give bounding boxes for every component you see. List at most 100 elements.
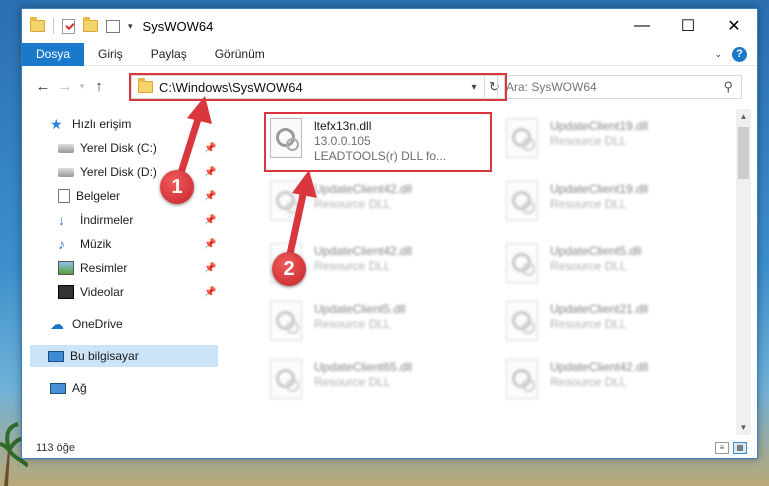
- tab-giris[interactable]: Giriş: [84, 43, 137, 66]
- new-folder-icon[interactable]: [83, 17, 98, 32]
- search-icon: ⚲: [723, 79, 733, 94]
- file-item[interactable]: UpdateClient5.dll Resource DLL: [500, 239, 730, 293]
- dll-settings-icon: [506, 118, 538, 158]
- sidebar-item-label: Videolar: [80, 285, 124, 299]
- toolbar-divider: [53, 18, 54, 34]
- window-title: SysWOW64: [142, 18, 214, 34]
- pin-icon[interactable]: 📌: [204, 263, 216, 274]
- vertical-scrollbar[interactable]: ▲ ▼: [736, 109, 751, 435]
- scroll-down-icon[interactable]: ▼: [736, 420, 751, 435]
- file-description: Resource DLL: [550, 197, 627, 211]
- customize-toolbar-icon[interactable]: [106, 19, 120, 33]
- sidebar-item-music[interactable]: ♪ Müzik 📌: [58, 233, 218, 255]
- sidebar-item-documents[interactable]: Belgeler 📌: [58, 185, 218, 207]
- file-item[interactable]: UpdateClient21.dll Resource DLL: [500, 297, 730, 351]
- dll-settings-icon: [506, 243, 538, 283]
- pin-icon[interactable]: 📌: [204, 239, 216, 250]
- dll-settings-icon: [270, 301, 302, 341]
- file-description: Resource DLL: [550, 375, 627, 389]
- file-name: UpdateClient19.dll: [550, 119, 649, 133]
- file-name: UpdateClient5.dll: [550, 244, 642, 258]
- item-count: 113 öğe: [36, 442, 75, 454]
- sidebar-item-label: Bu bilgisayar: [70, 349, 139, 363]
- forward-arrow-icon[interactable]: →: [54, 78, 76, 95]
- large-icons-view-icon[interactable]: ▦: [733, 442, 747, 454]
- file-description: Resource DLL: [314, 317, 391, 331]
- sidebar-item-local-disk-c[interactable]: Yerel Disk (C:) 📌: [58, 137, 218, 159]
- dll-settings-icon: [270, 181, 302, 221]
- file-item[interactable]: UpdateClient19.dll Resource DLL: [500, 177, 730, 231]
- pin-icon[interactable]: 📌: [204, 287, 216, 298]
- file-item[interactable]: UpdateClient42.dll Resource DLL: [500, 355, 730, 409]
- details-view-icon[interactable]: ≡: [715, 442, 729, 454]
- tab-gorunum[interactable]: Görünüm: [201, 43, 279, 66]
- network-icon: [50, 382, 66, 394]
- minimize-button[interactable]: —: [619, 9, 665, 43]
- file-description: Resource DLL: [550, 134, 627, 148]
- properties-check-icon[interactable]: [62, 18, 75, 34]
- window-controls: — ☐ ✕: [619, 9, 757, 43]
- tab-paylas[interactable]: Paylaş: [137, 43, 201, 66]
- file-highlight-box: [264, 112, 492, 172]
- file-description: Resource DLL: [550, 259, 627, 273]
- search-input[interactable]: Ara: SysWOW64 ⚲: [497, 75, 742, 99]
- pin-icon[interactable]: 📌: [204, 167, 216, 178]
- back-arrow-icon[interactable]: ←: [32, 78, 54, 95]
- file-name: UpdateClient42.dll: [314, 244, 413, 258]
- sidebar-item-network[interactable]: Ağ: [50, 377, 210, 399]
- up-arrow-icon[interactable]: ↑: [88, 78, 110, 95]
- drive-icon: [58, 143, 74, 153]
- navigation-pane: ★ Hızlı erişim Yerel Disk (C:) 📌 Yerel D…: [22, 109, 218, 435]
- dll-settings-icon: [270, 359, 302, 399]
- quick-access-toolbar: ▾: [22, 17, 133, 34]
- address-row: ← → ▾ ↑ C:\Windows\SysWOW64 ▾ ↻ Ara: Sys…: [22, 69, 757, 103]
- file-name: UpdateClient42.dll: [550, 360, 649, 374]
- address-highlight-box: [129, 73, 507, 101]
- sidebar-item-label: İndirmeler: [80, 213, 134, 227]
- close-button[interactable]: ✕: [711, 9, 757, 43]
- sidebar-item-this-pc[interactable]: Bu bilgisayar: [30, 345, 218, 367]
- file-item[interactable]: UpdateClient5.dll Resource DLL: [264, 297, 494, 351]
- maximize-button[interactable]: ☐: [665, 9, 711, 43]
- pin-icon[interactable]: 📌: [204, 143, 216, 154]
- help-icon[interactable]: ?: [732, 46, 747, 62]
- sidebar-item-pictures[interactable]: Resimler 📌: [58, 257, 218, 279]
- sidebar-item-videos[interactable]: Videolar 📌: [58, 281, 218, 303]
- expand-ribbon-icon[interactable]: ⌄: [714, 49, 722, 60]
- file-list: ltefx13n.dll 13.0.0.105 LEADTOOLS(r) DLL…: [240, 109, 735, 435]
- pin-icon[interactable]: 📌: [204, 191, 216, 202]
- dll-settings-icon: [506, 181, 538, 221]
- sidebar-item-label: OneDrive: [72, 317, 123, 331]
- drive-icon: [58, 167, 74, 177]
- pin-icon[interactable]: 📌: [204, 215, 216, 226]
- sidebar-item-local-disk-d[interactable]: Yerel Disk (D:) 📌: [58, 161, 218, 183]
- chevron-down-icon[interactable]: ▾: [128, 21, 133, 32]
- sidebar-item-onedrive[interactable]: ☁ OneDrive: [50, 313, 210, 335]
- file-name: UpdateClient65.dll: [314, 360, 413, 374]
- step-badge-1: 1: [160, 170, 194, 204]
- recent-locations-chevron-icon[interactable]: ▾: [76, 81, 88, 92]
- title-bar: ▾ SysWOW64 — ☐ ✕: [22, 9, 757, 43]
- file-item[interactable]: UpdateClient65.dll Resource DLL: [264, 355, 494, 409]
- dll-settings-icon: [506, 359, 538, 399]
- step-badge-2: 2: [272, 252, 306, 286]
- sidebar-item-downloads[interactable]: ↓ İndirmeler 📌: [58, 209, 218, 231]
- file-item[interactable]: UpdateClient42.dll Resource DLL: [264, 177, 494, 231]
- sidebar-item-quick-access[interactable]: ★ Hızlı erişim: [50, 113, 210, 135]
- sidebar-item-label: Hızlı erişim: [72, 117, 132, 131]
- tab-dosya[interactable]: Dosya: [22, 42, 85, 66]
- sidebar-item-label: Yerel Disk (C:): [80, 141, 157, 155]
- file-item[interactable]: UpdateClient19.dll Resource DLL: [500, 114, 730, 168]
- scrollbar-thumb[interactable]: [738, 127, 749, 179]
- explorer-window: ▾ SysWOW64 — ☐ ✕ Dosya Giriş Paylaş Görü…: [21, 8, 758, 459]
- cloud-icon: ☁: [50, 316, 64, 332]
- videos-icon: [58, 285, 74, 299]
- ribbon-right-controls: ⌄ ?: [714, 46, 757, 62]
- navigation-buttons: ← → ▾ ↑: [22, 78, 110, 95]
- sidebar-item-label: Belgeler: [76, 189, 121, 203]
- computer-icon: [48, 350, 64, 362]
- scroll-up-icon[interactable]: ▲: [736, 109, 751, 124]
- sidebar-item-label: Müzik: [80, 237, 112, 251]
- file-name: UpdateClient21.dll: [550, 302, 649, 316]
- view-switcher: ≡ ▦: [715, 442, 757, 454]
